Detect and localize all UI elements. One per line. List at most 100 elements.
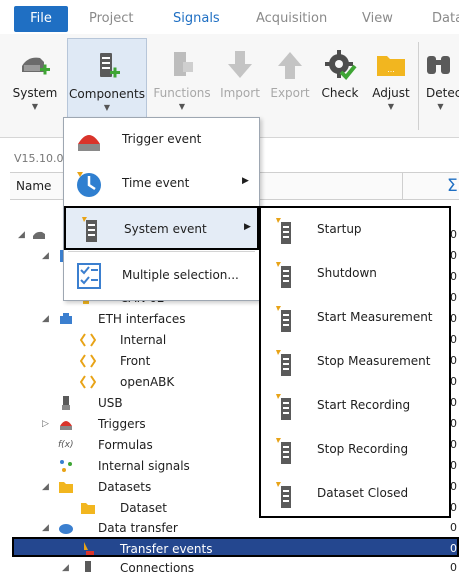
chevron-down-icon: ▼ <box>178 102 186 111</box>
connections-icon <box>85 561 91 572</box>
system-event-icon <box>276 482 291 508</box>
collapse-icon[interactable]: ◢ <box>42 477 54 497</box>
check-label: Check <box>321 86 359 100</box>
internal-signals-icon <box>60 460 72 472</box>
tab-signals[interactable]: Signals <box>173 9 220 29</box>
count-value: 0 <box>450 480 457 493</box>
collapse-icon[interactable]: ◢ <box>62 558 74 572</box>
tab-project[interactable]: Project <box>89 9 133 29</box>
chevron-down-icon: ▼ <box>387 102 395 111</box>
submenu-item-shutdown[interactable]: Shutdown <box>261 252 449 296</box>
formula-icon: f(x) <box>58 440 74 450</box>
usb-icon <box>62 396 70 410</box>
trigger-icon <box>60 421 72 430</box>
submenu-item-stop-measurement[interactable]: Stop Measurement <box>261 340 449 384</box>
tab-view[interactable]: View <box>362 9 393 29</box>
submenu-item-label: Stop Recording <box>317 442 409 456</box>
tree-label: Front <box>120 354 151 368</box>
export-button[interactable]: Export <box>266 38 314 134</box>
count-value: 0 <box>450 249 457 262</box>
version-label: V15.10.0 <box>14 152 64 165</box>
system-event-icon <box>276 306 291 332</box>
submenu-item-label: Startup <box>317 222 362 236</box>
detect-button[interactable]: Detec ▼ <box>422 38 459 134</box>
system-event-icon <box>276 218 291 244</box>
submenu-item-start-recording[interactable]: Start Recording <box>261 384 449 428</box>
submenu-arrow-icon: ▶ <box>244 222 251 232</box>
count-value: 0 <box>450 270 457 283</box>
tree-label: Connections <box>120 561 195 572</box>
menu-item-label: Time event <box>122 176 190 190</box>
submenu-item-start-measurement[interactable]: Start Measurement <box>261 296 449 340</box>
tree-label: openABK <box>120 375 175 389</box>
tree-label: Triggers <box>98 417 146 431</box>
check-button[interactable]: Check <box>316 38 364 134</box>
folder-icon <box>81 503 95 514</box>
chevron-down-icon: ▼ <box>31 102 39 111</box>
submenu-item-label: Start Recording <box>317 398 411 412</box>
time-event-icon <box>77 172 101 197</box>
adjust-button[interactable]: ... Adjust ▼ <box>366 38 416 134</box>
components-dropdown-menu: Trigger event Time event ▶ System event … <box>63 117 260 301</box>
tree-row-data-transfer[interactable]: ◢ Data transfer 0 <box>0 518 459 538</box>
count-value: 0 <box>450 396 457 409</box>
data-transfer-icon <box>59 524 73 534</box>
count-value: 0 <box>450 417 457 430</box>
menu-item-label: System event <box>124 222 207 236</box>
detect-label: Detec <box>426 86 459 100</box>
submenu-item-stop-recording[interactable]: Stop Recording <box>261 428 449 472</box>
submenu-item-label: Dataset Closed <box>317 486 409 500</box>
svg-text:...: ... <box>387 65 395 74</box>
expand-icon[interactable]: ▷ <box>42 414 54 434</box>
collapse-icon[interactable]: ◢ <box>42 518 54 538</box>
tree-label: Internal signals <box>98 459 190 473</box>
count-value: 0 <box>450 521 457 534</box>
tree-row-transfer-events[interactable]: Transfer events 0 <box>12 537 459 557</box>
functions-icon <box>174 52 193 76</box>
submenu-arrow-icon: ▶ <box>242 176 249 186</box>
count-value: 0 <box>450 312 457 325</box>
menu-item-trigger-event[interactable]: Trigger event <box>64 118 259 162</box>
count-value: 0 <box>450 438 457 451</box>
tree-label: ETH interfaces <box>98 312 186 326</box>
tree-label: Dataset <box>120 501 167 515</box>
sum-column-header[interactable]: Σ <box>402 173 459 199</box>
folder-icon <box>59 482 73 493</box>
count-value: 0 <box>450 228 457 241</box>
system-label: System <box>12 86 58 100</box>
menu-tabs: File Project Signals Acquisition View Da… <box>0 0 459 34</box>
menu-divider <box>68 251 255 252</box>
tab-data[interactable]: Data <box>432 9 459 29</box>
collapse-icon[interactable]: ◢ <box>42 246 54 266</box>
system-event-icon <box>276 438 291 464</box>
system-icon <box>22 57 50 75</box>
count-value: 0 <box>450 459 457 472</box>
system-event-icon <box>276 394 291 420</box>
submenu-item-dataset-closed[interactable]: Dataset Closed <box>261 472 449 516</box>
system-button[interactable]: System ▼ <box>4 38 66 134</box>
export-arrow-icon <box>278 52 302 79</box>
tree-row-connections[interactable]: ◢ Connections 0 <box>0 558 459 572</box>
tab-file[interactable]: File <box>14 6 68 32</box>
chevron-down-icon: ▼ <box>103 103 111 112</box>
gear-check-icon <box>325 50 357 80</box>
collapse-icon[interactable]: ◢ <box>18 225 30 245</box>
menu-item-time-event[interactable]: Time event ▶ <box>64 162 259 206</box>
submenu-item-startup[interactable]: Startup <box>261 208 449 252</box>
adjust-folder-icon: ... <box>377 56 405 76</box>
system-event-icon <box>276 262 291 288</box>
import-label: Import <box>220 86 260 100</box>
binoculars-icon <box>427 56 450 74</box>
tree-label: Internal <box>120 333 167 347</box>
tab-acquisition[interactable]: Acquisition <box>256 9 327 29</box>
menu-item-system-event[interactable]: System event ▶ <box>64 206 259 250</box>
menu-item-multiple-selection[interactable]: Multiple selection... <box>64 254 259 298</box>
collapse-icon[interactable]: ◢ <box>42 309 54 329</box>
chevron-down-icon: ▼ <box>437 102 444 111</box>
transfer-events-icon <box>84 542 94 555</box>
count-value: 0 <box>450 354 457 367</box>
count-value: 0 <box>450 561 457 572</box>
count-value: 0 <box>450 501 457 514</box>
count-value: 0 <box>450 375 457 388</box>
column-name-header[interactable]: Name <box>16 179 51 193</box>
